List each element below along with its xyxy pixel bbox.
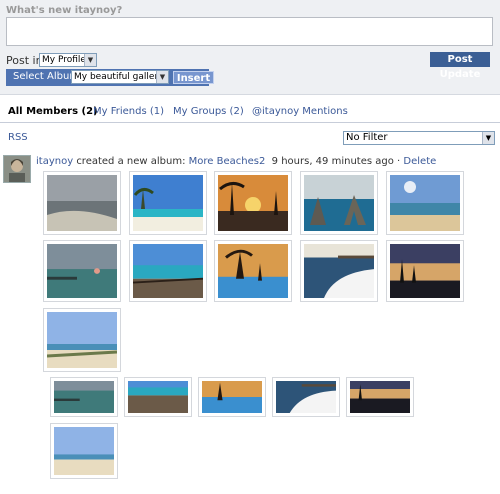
chevron-down-icon: ▼ — [84, 54, 96, 66]
photo-thumbnail[interactable] — [214, 171, 292, 235]
rss-link[interactable]: RSS — [8, 132, 28, 143]
post-in-select[interactable]: My Profile ▼ — [39, 53, 97, 67]
chevron-down-icon: ▼ — [482, 132, 494, 144]
beach-photo-icon — [47, 175, 117, 231]
beach-photo-icon — [350, 381, 410, 413]
photo-thumbnail[interactable] — [272, 377, 340, 417]
beach-photo-icon — [276, 381, 336, 413]
photo-thumbnail[interactable] — [300, 240, 378, 302]
activity-tabs: All Members (2) My Friends (1) My Groups… — [0, 103, 500, 123]
post-in-value: My Profile — [42, 55, 86, 65]
status-composer: What's new itaynoy? Post in: My Profile … — [0, 0, 500, 95]
tab-mentions[interactable]: @itaynoy Mentions — [252, 106, 348, 117]
tab-all-members[interactable]: All Members (2) — [8, 106, 98, 117]
beach-photo-icon — [218, 175, 288, 231]
beach-photo-icon — [218, 244, 288, 298]
photo-thumbnail[interactable] — [129, 171, 207, 235]
beach-photo-icon — [304, 175, 374, 231]
separator: · — [397, 156, 401, 167]
activity-action: created a new album: — [76, 156, 186, 167]
album-selector-bar: Select Album: My beautiful gallery ▼ Ins… — [6, 69, 214, 86]
activity-user-link[interactable]: itaynoy — [36, 156, 73, 167]
beach-photo-icon — [390, 244, 460, 298]
beach-photo-icon — [54, 427, 114, 475]
beach-photo-icon — [54, 381, 114, 413]
beach-photo-icon — [304, 244, 374, 298]
beach-photo-icon — [46, 312, 118, 368]
album-value: My beautiful gallery — [74, 72, 164, 82]
activity-entry: itaynoy created a new album: More Beache… — [36, 156, 436, 167]
album-select[interactable]: My beautiful gallery ▼ — [71, 70, 169, 84]
filter-value: No Filter — [346, 132, 388, 143]
photo-thumbnail[interactable] — [50, 377, 118, 417]
activity-time: 9 hours, 49 minutes ago — [271, 156, 394, 167]
photo-thumbnail[interactable] — [129, 240, 207, 302]
composer-prompt: What's new itaynoy? — [6, 5, 123, 16]
photo-thumbnail[interactable] — [43, 308, 121, 372]
delete-link[interactable]: Delete — [403, 156, 436, 167]
photo-thumbnail[interactable] — [214, 240, 292, 302]
post-update-button[interactable]: Post Update — [430, 52, 490, 80]
photo-thumbnail[interactable] — [43, 171, 121, 235]
photo-thumbnail[interactable] — [198, 377, 266, 417]
photo-thumbnail[interactable] — [50, 423, 118, 479]
beach-photo-icon — [47, 244, 117, 298]
activity-filter-select[interactable]: No Filter ▼ — [343, 131, 495, 145]
status-input[interactable] — [6, 17, 493, 46]
photo-thumbnail[interactable] — [386, 240, 464, 302]
photo-thumbnail[interactable] — [386, 171, 464, 235]
beach-photo-icon — [133, 175, 203, 231]
beach-photo-icon — [132, 244, 204, 298]
chevron-down-icon: ▼ — [156, 71, 168, 83]
photo-thumbnail[interactable] — [300, 171, 378, 235]
album-link[interactable]: More Beaches2 — [189, 156, 266, 167]
tab-my-groups[interactable]: My Groups (2) — [173, 106, 244, 117]
beach-photo-icon — [128, 381, 188, 413]
insert-button[interactable]: Insert — [173, 71, 214, 84]
beach-photo-icon — [202, 381, 262, 413]
avatar[interactable] — [3, 155, 31, 183]
photo-thumbnail[interactable] — [346, 377, 414, 417]
beach-photo-icon — [390, 175, 460, 231]
photo-thumbnail[interactable] — [43, 240, 121, 302]
tab-my-friends[interactable]: My Friends (1) — [93, 106, 164, 117]
photo-thumbnail[interactable] — [124, 377, 192, 417]
